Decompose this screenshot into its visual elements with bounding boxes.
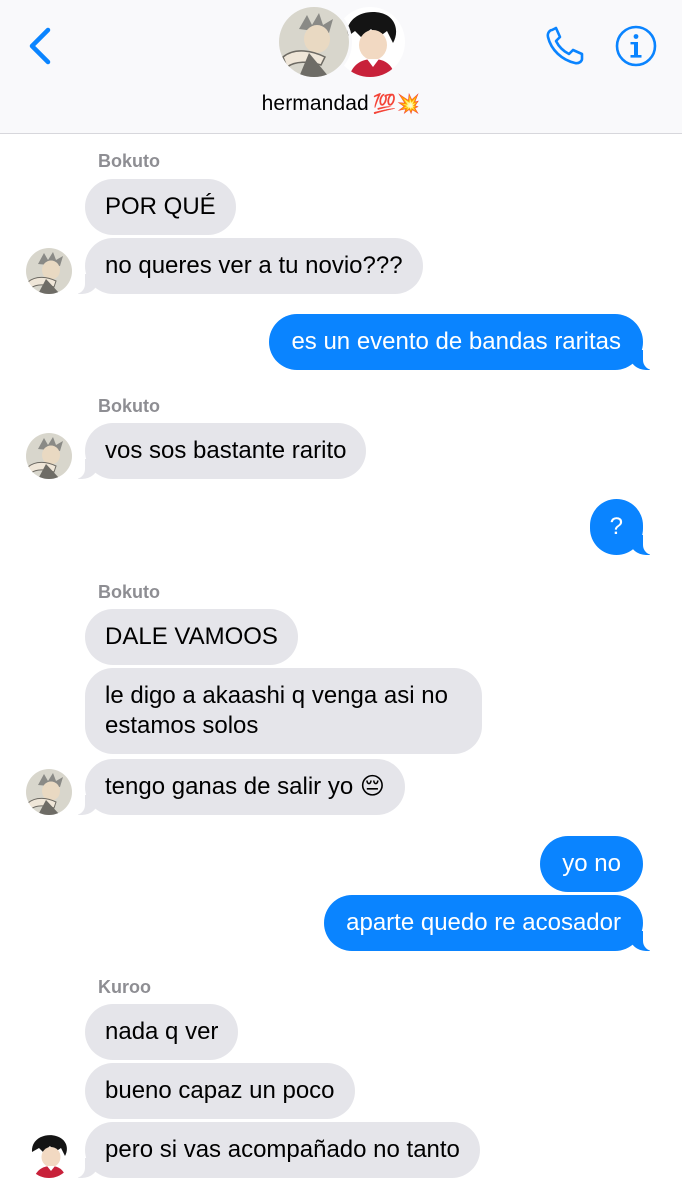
message-text: no queres ver a tu novio??? bbox=[105, 252, 403, 279]
incoming-message[interactable]: DALE VAMOOS bbox=[85, 609, 298, 665]
info-button[interactable] bbox=[614, 24, 658, 68]
bokuto-avatar[interactable] bbox=[26, 769, 72, 815]
message-text: ? bbox=[609, 513, 623, 540]
message-text: aparte quedo re acosador bbox=[346, 909, 621, 936]
group-title[interactable]: hermandad 💯💥 bbox=[0, 92, 682, 116]
message-line: estamos solos bbox=[105, 712, 259, 739]
back-button[interactable] bbox=[24, 26, 58, 66]
message-text: tengo ganas de salir yo 😔 bbox=[105, 773, 385, 800]
info-icon bbox=[615, 25, 657, 67]
call-button[interactable] bbox=[542, 24, 590, 68]
message-text: pero si vas acompañado no tanto bbox=[105, 1136, 460, 1163]
sender-label: Bokuto bbox=[98, 396, 160, 416]
incoming-message[interactable]: POR QUÉ bbox=[85, 179, 236, 235]
message-text: POR QUÉ bbox=[105, 193, 216, 220]
kuroo-avatar[interactable] bbox=[26, 1132, 72, 1178]
bokuto-avatar[interactable] bbox=[26, 433, 72, 479]
message-text: yo no bbox=[562, 850, 621, 877]
message-text: le digo a akaashi q venga asi no estamos… bbox=[105, 682, 448, 739]
outgoing-message[interactable]: ? bbox=[589, 499, 654, 555]
bokuto-avatar bbox=[276, 4, 352, 80]
group-avatars[interactable] bbox=[276, 4, 410, 82]
outgoing-message[interactable]: aparte quedo re acosador bbox=[324, 895, 653, 951]
message-text: es un evento de bandas raritas bbox=[291, 328, 621, 355]
incoming-message[interactable]: pero si vas acompañado no tanto bbox=[75, 1122, 480, 1178]
outgoing-message[interactable]: yo no bbox=[540, 836, 643, 892]
message-text: vos sos bastante rarito bbox=[105, 437, 347, 464]
message-text: bueno capaz un poco bbox=[105, 1077, 335, 1104]
phone-icon bbox=[546, 26, 584, 65]
sender-label: Bokuto bbox=[98, 582, 160, 602]
chevron-left-icon bbox=[29, 27, 51, 65]
incoming-message[interactable]: bueno capaz un poco bbox=[85, 1063, 355, 1119]
incoming-message[interactable]: le digo a akaashi q venga asi no estamos… bbox=[85, 668, 482, 754]
group-emoji: 💯💥 bbox=[372, 94, 421, 115]
group-name: hermandad bbox=[261, 92, 369, 115]
message-line: le digo a akaashi q venga asi no bbox=[105, 682, 448, 709]
sender-label: Kuroo bbox=[98, 977, 151, 997]
bokuto-avatar[interactable] bbox=[26, 248, 72, 294]
outgoing-message[interactable]: es un evento de bandas raritas bbox=[269, 314, 653, 370]
sender-label: Bokuto bbox=[98, 151, 160, 171]
incoming-message[interactable]: vos sos bastante rarito bbox=[74, 423, 367, 479]
incoming-message[interactable]: tengo ganas de salir yo 😔 bbox=[75, 759, 405, 815]
incoming-message[interactable]: no queres ver a tu novio??? bbox=[75, 238, 423, 294]
conversation-header: hermandad 💯💥 bbox=[0, 0, 682, 134]
message-text: nada q ver bbox=[105, 1018, 219, 1045]
incoming-message[interactable]: nada q ver bbox=[85, 1004, 239, 1060]
message-text: DALE VAMOOS bbox=[105, 623, 278, 650]
